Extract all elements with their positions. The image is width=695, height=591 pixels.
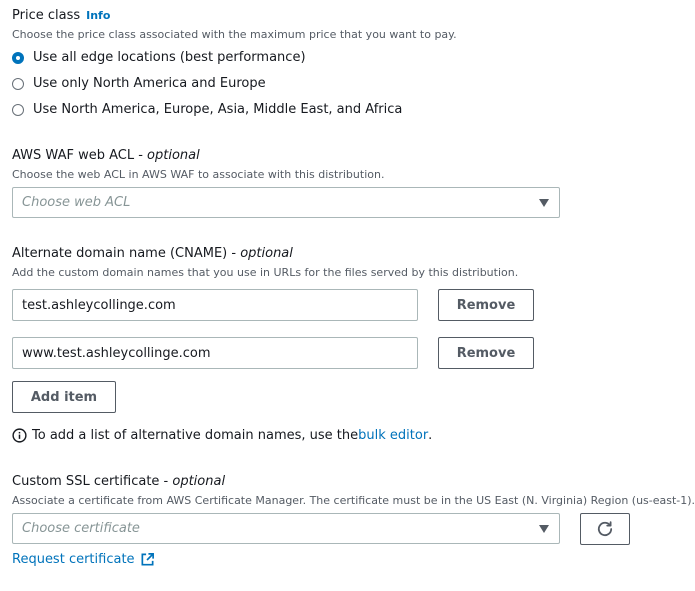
price-class-option-na-europe-asia[interactable]: Use North America, Europe, Asia, Middle … bbox=[12, 102, 402, 117]
ssl-certificate-select[interactable]: Choose certificate bbox=[12, 513, 560, 544]
price-class-option-na-europe[interactable]: Use only North America and Europe bbox=[12, 76, 266, 91]
cname-heading: Alternate domain name (CNAME) - optional bbox=[12, 246, 293, 261]
ssl-label: Custom SSL certificate - bbox=[12, 474, 173, 489]
waf-description: Choose the web ACL in AWS WAF to associa… bbox=[12, 168, 385, 181]
price-class-option-label: Use North America, Europe, Asia, Middle … bbox=[33, 102, 403, 117]
add-item-button[interactable]: Add item bbox=[12, 381, 116, 413]
cname-label: Alternate domain name (CNAME) - bbox=[12, 246, 241, 261]
waf-select[interactable]: Choose web ACL bbox=[12, 187, 560, 218]
ssl-description: Associate a certificate from AWS Certifi… bbox=[12, 494, 695, 507]
waf-label: AWS WAF web ACL - bbox=[12, 148, 148, 163]
bulk-editor-link[interactable]: bulk editor bbox=[358, 428, 428, 443]
remove-cname-1-button[interactable]: Remove bbox=[438, 289, 534, 321]
price-class-option-all[interactable]: Use all edge locations (best performance… bbox=[12, 50, 306, 65]
cname-input-value: test.ashleycollinge.com bbox=[22, 297, 176, 313]
price-class-option-label: Use all edge locations (best performance… bbox=[33, 50, 306, 65]
cname-optional-label: optional bbox=[240, 246, 293, 261]
cname-input-1[interactable]: test.ashleycollinge.com bbox=[12, 289, 418, 321]
ssl-heading: Custom SSL certificate - optional bbox=[12, 474, 225, 489]
request-certificate-link[interactable]: Request certificate bbox=[12, 552, 155, 567]
waf-optional-label: optional bbox=[147, 148, 200, 163]
price-class-info-link[interactable]: Info bbox=[86, 9, 110, 22]
radio-unchecked-icon[interactable] bbox=[12, 77, 24, 90]
cname-description: Add the custom domain names that you use… bbox=[12, 266, 519, 279]
ssl-optional-label: optional bbox=[172, 474, 226, 489]
waf-select-placeholder: Choose web ACL bbox=[22, 195, 131, 210]
cname-hint: To add a list of alternative domain name… bbox=[12, 428, 432, 443]
caret-down-icon bbox=[539, 199, 549, 207]
ssl-select-placeholder: Choose certificate bbox=[22, 521, 140, 536]
price-class-option-label: Use only North America and Europe bbox=[33, 76, 266, 91]
price-class-heading: Price class Info bbox=[12, 8, 110, 23]
radio-unchecked-icon[interactable] bbox=[12, 103, 24, 116]
refresh-certificates-button[interactable] bbox=[580, 513, 630, 545]
radio-checked-icon[interactable] bbox=[12, 51, 24, 64]
info-icon bbox=[12, 428, 27, 443]
caret-down-icon bbox=[539, 525, 549, 533]
cname-hint-suffix: . bbox=[428, 428, 433, 443]
remove-cname-2-button[interactable]: Remove bbox=[438, 337, 534, 369]
request-certificate-label: Request certificate bbox=[12, 552, 135, 567]
price-class-label: Price class bbox=[12, 8, 81, 23]
cname-input-value: www.test.ashleycollinge.com bbox=[22, 345, 211, 361]
cname-input-2[interactable]: www.test.ashleycollinge.com bbox=[12, 337, 418, 369]
external-link-icon bbox=[141, 553, 154, 566]
refresh-icon bbox=[597, 521, 613, 537]
price-class-description: Choose the price class associated with t… bbox=[12, 28, 457, 41]
cname-hint-prefix: To add a list of alternative domain name… bbox=[32, 428, 359, 443]
waf-heading: AWS WAF web ACL - optional bbox=[12, 148, 200, 163]
